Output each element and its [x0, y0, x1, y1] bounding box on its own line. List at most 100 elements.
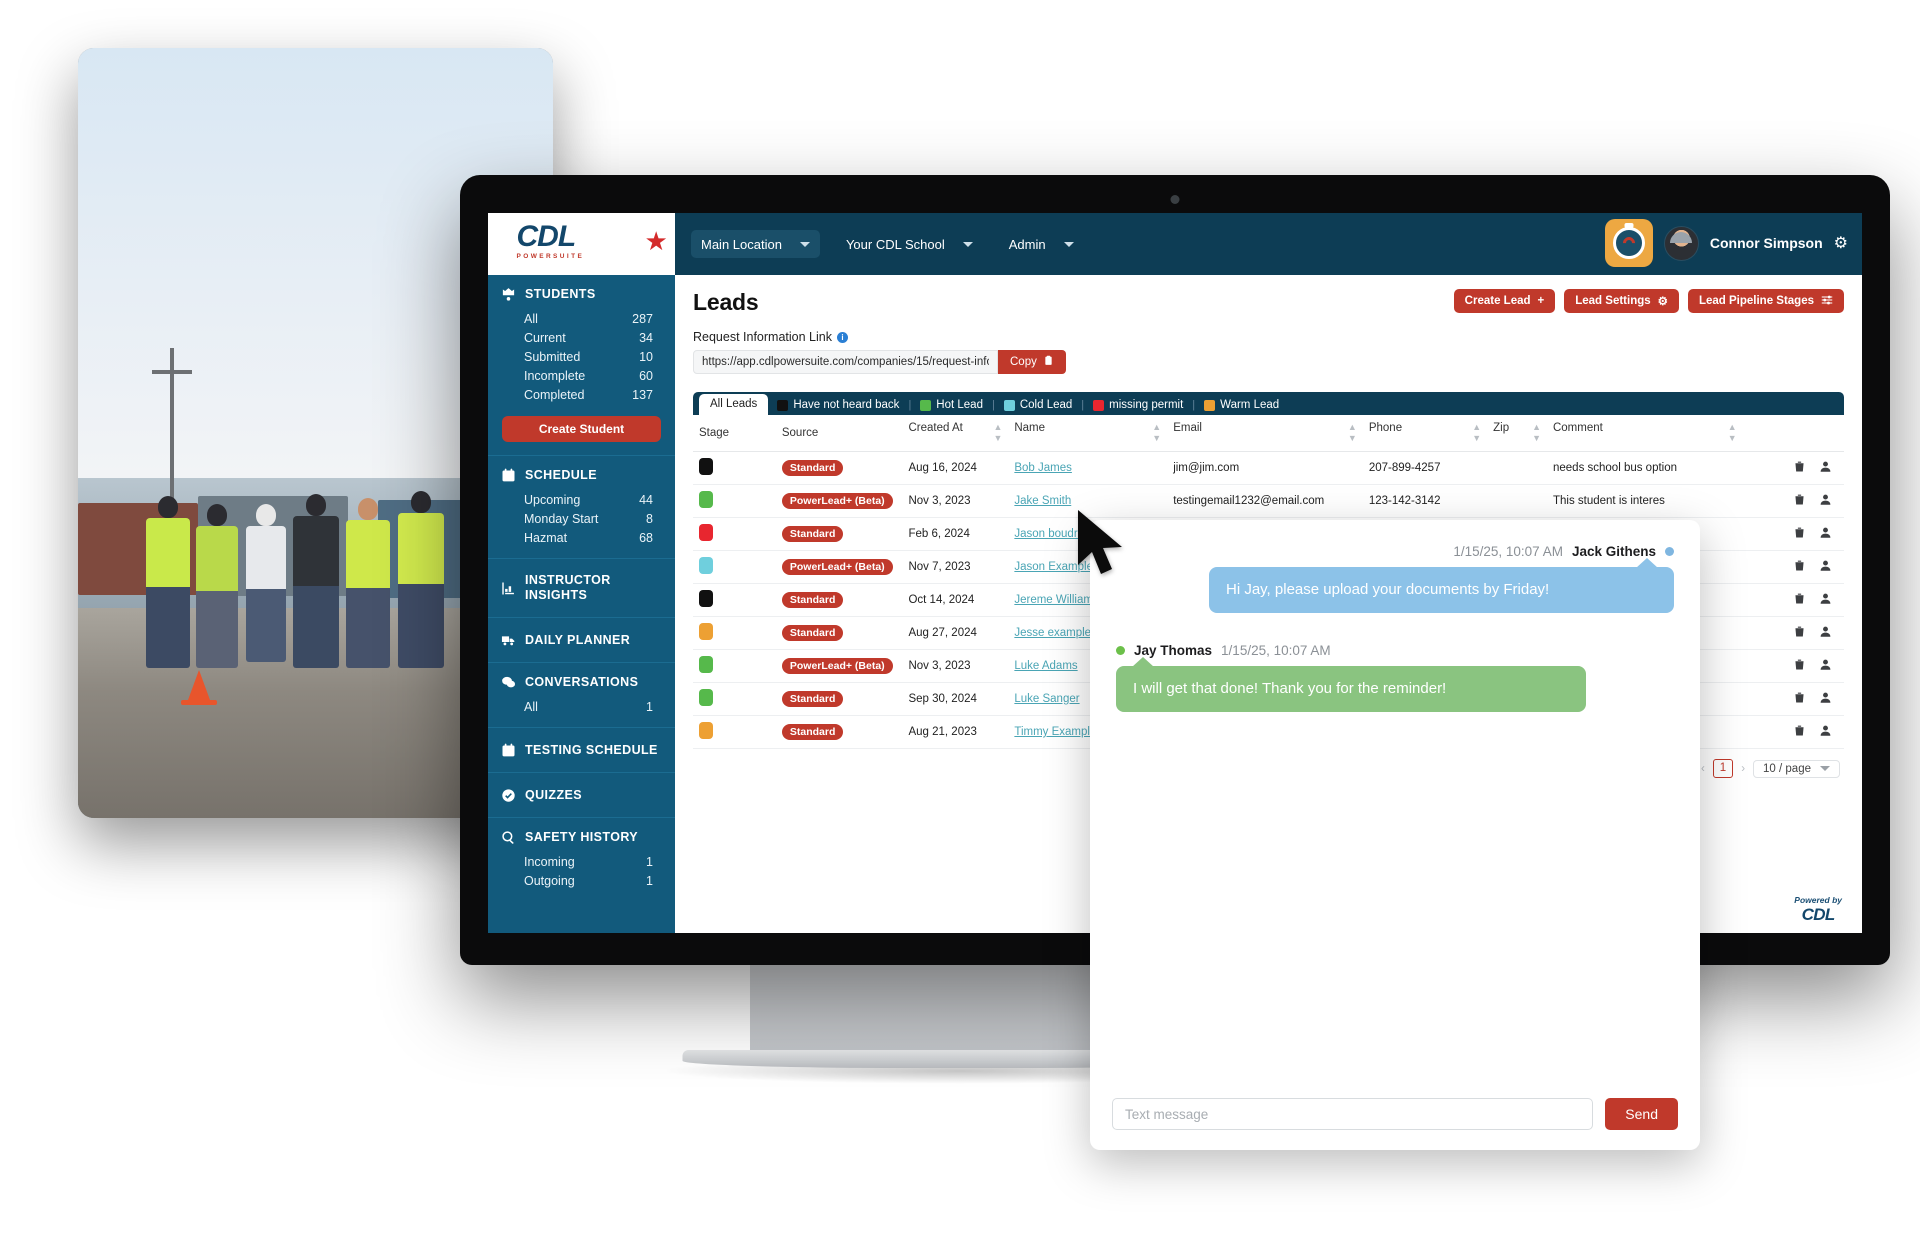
gear-icon[interactable]: ⚙ [1834, 233, 1848, 253]
table-row[interactable]: Standard Aug 16, 2024 Bob James jim@jim.com… [693, 451, 1844, 485]
stage-color-chip[interactable] [699, 656, 713, 673]
location-select[interactable]: Main Location [691, 230, 820, 258]
lead-name-link[interactable]: Bob James [1014, 462, 1072, 474]
sidebar-item-safety-incoming[interactable]: Incoming 1 [488, 852, 675, 871]
column-header-zip[interactable]: Zip ▲ ▼ [1487, 415, 1547, 452]
delete-icon[interactable] [1793, 526, 1806, 542]
sidebar-item-schedule[interactable]: SCHEDULE [488, 467, 675, 483]
next-page-button[interactable]: › [1741, 763, 1745, 775]
lead-name-link[interactable]: Luke Sanger [1014, 693, 1079, 705]
page-number-1[interactable]: 1 [1712, 759, 1734, 778]
delete-icon[interactable] [1793, 493, 1806, 509]
lead-pipeline-stages-button[interactable]: Lead Pipeline Stages [1687, 289, 1844, 313]
column-header-email[interactable]: Email ▲ ▼ [1167, 415, 1363, 452]
sidebar-item-students-all[interactable]: All 287 [488, 309, 675, 328]
lead-name-link[interactable]: Jereme Williams [1014, 594, 1098, 606]
sidebar-item-daily-planner[interactable]: DAILY PLANNER [488, 632, 675, 648]
sort-icon[interactable]: ▲ ▼ [1472, 422, 1481, 444]
person-icon[interactable] [1819, 460, 1832, 476]
sidebar-item-students-submitted[interactable]: Submitted 10 [488, 347, 675, 366]
person-icon[interactable] [1819, 691, 1832, 707]
page-size-select[interactable]: 10 / page [1753, 759, 1840, 778]
delete-icon[interactable] [1793, 592, 1806, 608]
sidebar-item-quizzes[interactable]: QUIZZES [488, 787, 675, 803]
lead-name-link[interactable]: Luke Adams [1014, 660, 1077, 672]
lead-name-link[interactable]: Jake Smith [1014, 495, 1071, 507]
copy-button[interactable]: Copy [998, 350, 1066, 374]
prev-page-button[interactable]: ‹ [1701, 763, 1705, 775]
brand-logo[interactable]: CDL POWERSUITE ★ [488, 213, 675, 275]
sidebar-row-label: Incoming [524, 854, 575, 869]
delete-icon[interactable] [1793, 691, 1806, 707]
legend-item-hot-lead[interactable]: Hot Lead [920, 399, 983, 411]
sidebar-item-students-completed[interactable]: Completed 137 [488, 385, 675, 404]
person-icon[interactable] [1819, 625, 1832, 641]
column-header-created-at[interactable]: Created At ▲ ▼ [902, 415, 1009, 452]
stage-color-chip[interactable] [699, 557, 713, 574]
legend-label: missing permit [1109, 399, 1184, 411]
column-header-stage[interactable]: Stage [693, 415, 776, 452]
stopwatch-icon[interactable] [1604, 219, 1653, 267]
legend-item-cold-lead[interactable]: Cold Lead [1003, 399, 1072, 411]
stage-color-chip[interactable] [699, 623, 713, 640]
lead-name-link[interactable]: Timmy Example [1014, 726, 1096, 738]
sort-icon[interactable]: ▲ ▼ [1348, 422, 1357, 444]
person-icon[interactable] [1819, 526, 1832, 542]
sidebar-item-schedule-monday-start[interactable]: Monday Start 8 [488, 509, 675, 528]
sort-icon[interactable]: ▲ ▼ [993, 422, 1002, 444]
sort-icon[interactable]: ▲ ▼ [1152, 422, 1161, 444]
legend-item-have-not-heard-back[interactable]: Have not heard back [777, 399, 899, 411]
stage-color-chip[interactable] [699, 590, 713, 607]
delete-icon[interactable] [1793, 559, 1806, 575]
sidebar-row-value: 1 [646, 873, 653, 888]
stage-color-chip[interactable] [699, 689, 713, 706]
delete-icon[interactable] [1793, 724, 1806, 740]
chat-message-input[interactable] [1112, 1098, 1594, 1130]
person-icon[interactable] [1819, 724, 1832, 740]
create-student-button[interactable]: Create Student [502, 416, 661, 442]
sidebar-item-conversations-all[interactable]: All 1 [488, 697, 675, 716]
create-lead-button[interactable]: Create Lead + [1453, 289, 1556, 313]
column-header-phone[interactable]: Phone ▲ ▼ [1362, 415, 1488, 452]
send-button[interactable]: Send [1605, 1098, 1678, 1130]
sidebar-item-students[interactable]: STUDENTS [488, 286, 675, 302]
delete-icon[interactable] [1793, 460, 1806, 476]
request-link-input[interactable] [693, 350, 998, 374]
lead-settings-button[interactable]: Lead Settings ⚙ [1564, 289, 1679, 313]
table-row[interactable]: PowerLead+ (Beta) Nov 3, 2023 Jake Smith te… [693, 484, 1844, 518]
sidebar-row-value: 8 [646, 511, 653, 526]
sort-icon[interactable]: ▲ ▼ [1532, 422, 1541, 444]
sidebar-item-safety-history[interactable]: SAFETY HISTORY [488, 829, 675, 845]
person-icon[interactable] [1819, 493, 1832, 509]
sidebar-item-schedule-upcoming[interactable]: Upcoming 44 [488, 490, 675, 509]
lead-name-link[interactable]: Jesse example [1014, 627, 1091, 639]
sidebar-item-instructor-insights[interactable]: INSTRUCTOR INSIGHTS [488, 573, 675, 603]
stage-color-chip[interactable] [699, 524, 713, 541]
sidebar-item-conversations[interactable]: CONVERSATIONS [488, 674, 675, 690]
delete-icon[interactable] [1793, 625, 1806, 641]
tab-all-leads[interactable]: All Leads [699, 394, 769, 415]
sort-icon[interactable]: ▲ ▼ [1728, 422, 1737, 444]
sidebar-item-schedule-hazmat[interactable]: Hazmat 68 [488, 528, 675, 547]
column-header-source[interactable]: Source [775, 415, 903, 452]
column-header-name[interactable]: Name ▲ ▼ [1008, 415, 1168, 452]
person-icon[interactable] [1819, 658, 1832, 674]
person-icon[interactable] [1819, 592, 1832, 608]
role-select[interactable]: Admin [999, 230, 1084, 258]
sidebar-item-students-incomplete[interactable]: Incomplete 60 [488, 366, 675, 385]
sidebar-item-safety-outgoing[interactable]: Outgoing 1 [488, 871, 675, 890]
legend-item-warm-lead[interactable]: Warm Lead [1204, 399, 1279, 411]
stage-color-chip[interactable] [699, 491, 713, 508]
cell-stage [693, 682, 776, 716]
column-header-comment[interactable]: Comment ▲ ▼ [1546, 415, 1743, 452]
avatar[interactable] [1663, 225, 1699, 261]
delete-icon[interactable] [1793, 658, 1806, 674]
stage-color-chip[interactable] [699, 458, 713, 475]
legend-item-missing-permit[interactable]: missing permit [1093, 399, 1183, 411]
sidebar-item-testing-schedule[interactable]: TESTING SCHEDULE [488, 742, 675, 758]
school-select[interactable]: Your CDL School [836, 230, 983, 258]
stage-color-chip[interactable] [699, 722, 713, 739]
sidebar-item-students-current[interactable]: Current 34 [488, 328, 675, 347]
person-icon[interactable] [1819, 559, 1832, 575]
info-icon[interactable]: i [836, 331, 848, 343]
